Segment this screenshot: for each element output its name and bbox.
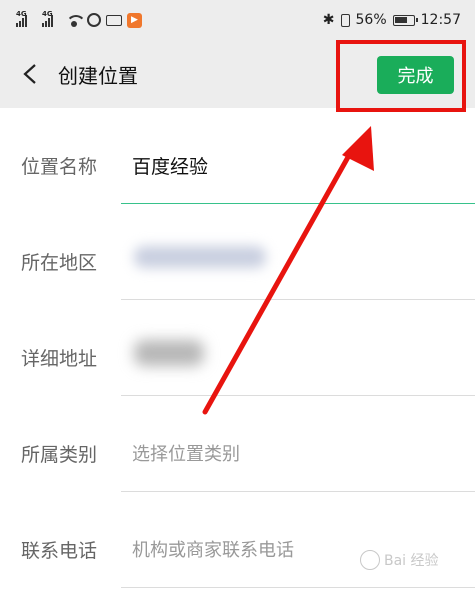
status-bar-left: 4G 4G ▶ <box>16 10 142 28</box>
status-bar-right: ✱ 56% 12:57 <box>323 12 461 28</box>
battery-percent: 56% <box>355 12 387 28</box>
category-row: 所属类别 选择位置类别 <box>0 396 475 492</box>
region-label: 所在地区 <box>21 252 98 274</box>
watermark-text: Bai 经验 <box>384 553 439 569</box>
baidu-paw-icon <box>360 550 380 570</box>
phone-input[interactable]: 机构或商家联系电话 <box>132 536 294 562</box>
name-row: 位置名称 百度经验 <box>0 108 475 204</box>
bluetooth-icon: ✱ <box>322 12 335 28</box>
location-form: 位置名称 百度经验 所在地区 详细地址 所属类别 选择位置类别 联系电话 机构或… <box>0 108 475 588</box>
vibrate-icon <box>340 13 350 27</box>
category-select[interactable]: 选择位置类别 <box>132 440 240 466</box>
address-label: 详细地址 <box>21 348 98 370</box>
signal-icon: 4G <box>42 10 53 27</box>
region-value-blurred[interactable] <box>134 246 266 268</box>
page-title: 创建位置 <box>58 63 138 88</box>
status-time: 12:57 <box>420 12 461 28</box>
battery-icon <box>392 14 418 26</box>
address-row: 详细地址 <box>0 300 475 396</box>
keyboard-icon <box>106 14 122 26</box>
category-label: 所属类别 <box>21 444 98 466</box>
alarm-icon <box>87 13 101 27</box>
phone-divider <box>121 587 475 588</box>
chevron-left-icon[interactable] <box>6 50 54 98</box>
watermark: Bai 经验 <box>360 540 470 580</box>
app-notification-icon: ▶ <box>127 12 142 28</box>
address-value-blurred[interactable] <box>134 340 204 366</box>
highlight-box <box>336 40 466 112</box>
name-label: 位置名称 <box>21 156 98 178</box>
phone-label: 联系电话 <box>21 540 98 562</box>
signal-icon: 4G <box>16 10 27 27</box>
region-row: 所在地区 <box>0 204 475 300</box>
name-input[interactable]: 百度经验 <box>132 152 208 179</box>
wifi-icon <box>66 13 86 27</box>
status-bar: 4G 4G ▶ ✱ 56% 12:57 <box>0 0 475 40</box>
